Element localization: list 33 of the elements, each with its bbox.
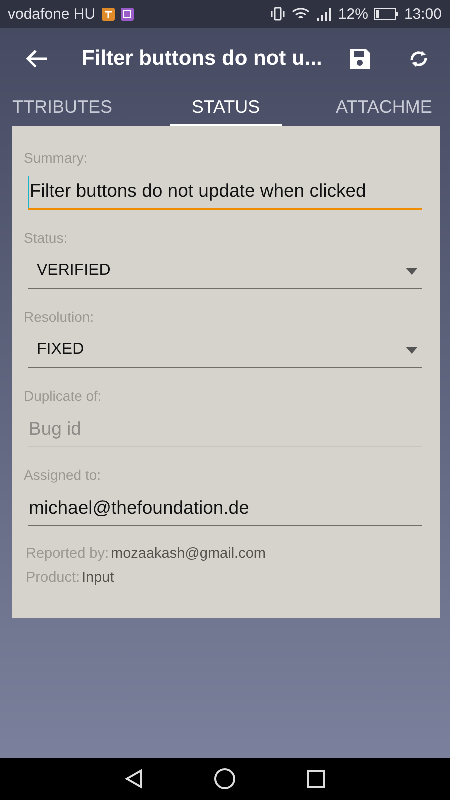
screen-title: Filter buttons do not u... [82, 47, 324, 71]
save-icon [348, 47, 372, 71]
notification-icon [102, 8, 115, 20]
dropdown[interactable]: FIXED [28, 335, 422, 368]
tab[interactable]: TTRIBUTES [0, 90, 125, 126]
carrier-name: vodafone HU [8, 6, 96, 22]
circle-home-icon [214, 768, 236, 790]
square-recents-icon [306, 770, 325, 788]
info-value: mozaakash@gmail.com [111, 546, 266, 562]
input-field[interactable]: Filter buttons do not update when clicked [28, 176, 422, 210]
dropdown[interactable]: VERIFIED [28, 256, 422, 289]
wifi-icon [292, 7, 310, 21]
caret-icon [406, 346, 418, 354]
info-value: Input [82, 570, 114, 586]
battery-icon [374, 8, 398, 20]
image-icon [120, 8, 134, 20]
triangle-back-icon [125, 769, 144, 789]
vibrate-icon [270, 7, 286, 21]
tab[interactable]: ATTACHME [336, 90, 432, 126]
caret-icon [406, 268, 418, 274]
info-label: Reported by: [26, 546, 110, 562]
signal-icon [316, 7, 332, 21]
input-field[interactable]: michael@thefoundation.de [28, 493, 422, 526]
clock-time: 13:00 [404, 6, 442, 22]
info-label: Product: [26, 570, 80, 586]
field-label: Summary: [24, 150, 89, 166]
battery-level: 12% [338, 6, 368, 22]
field-label: Resolution: [24, 309, 96, 325]
back-arrow-icon [26, 49, 48, 69]
field-label: Duplicate of: [24, 388, 103, 404]
field-label: Status: [24, 230, 69, 246]
field-label: Assigned to: [24, 467, 102, 483]
input-field[interactable]: Bug id [28, 414, 422, 447]
